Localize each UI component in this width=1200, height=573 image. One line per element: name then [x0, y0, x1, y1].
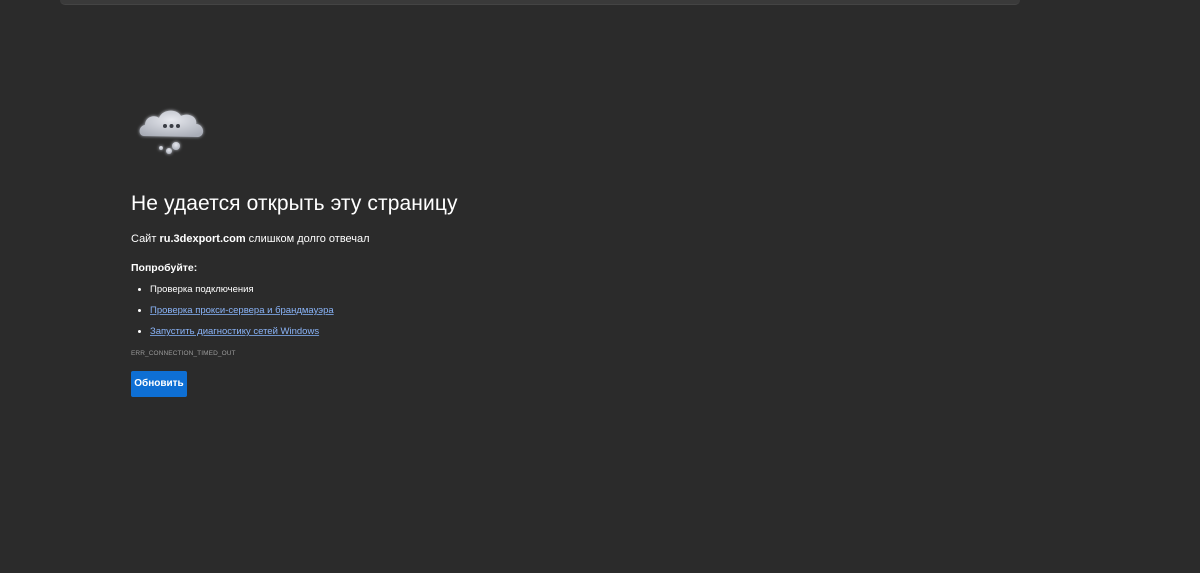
suggestion-list: Проверка подключения Проверка прокси-сер… [131, 283, 831, 338]
suggestion-item: Проверка прокси-сервера и брандмауэра [131, 304, 831, 317]
suggestion-check-connection: Проверка подключения [150, 284, 254, 295]
check-proxy-firewall-link[interactable]: Проверка прокси-сервера и брандмауэра [150, 305, 334, 316]
site-host: ru.3dexport.com [159, 233, 246, 245]
try-heading: Попробуйте: [131, 262, 198, 274]
page-title: Не удается открыть эту страницу [131, 192, 458, 215]
error-code: ERR_CONNECTION_TIMED_OUT [131, 350, 236, 357]
refresh-button[interactable]: Обновить [131, 371, 187, 397]
run-network-diagnostics-link[interactable]: Запустить диагностику сетей Windows [150, 326, 319, 337]
browser-top-edge [60, 0, 1020, 5]
error-page: Не удается открыть эту страницу Сайт ru.… [131, 104, 831, 397]
description-suffix: слишком долго отвечал [245, 233, 370, 245]
suggestion-item: Проверка подключения [131, 283, 831, 296]
cloud-thinking-icon [139, 110, 204, 154]
error-description: Сайт ru.3dexport.com слишком долго отвеч… [131, 232, 831, 246]
suggestion-item: Запустить диагностику сетей Windows [131, 325, 831, 338]
description-prefix: Сайт [131, 233, 160, 245]
